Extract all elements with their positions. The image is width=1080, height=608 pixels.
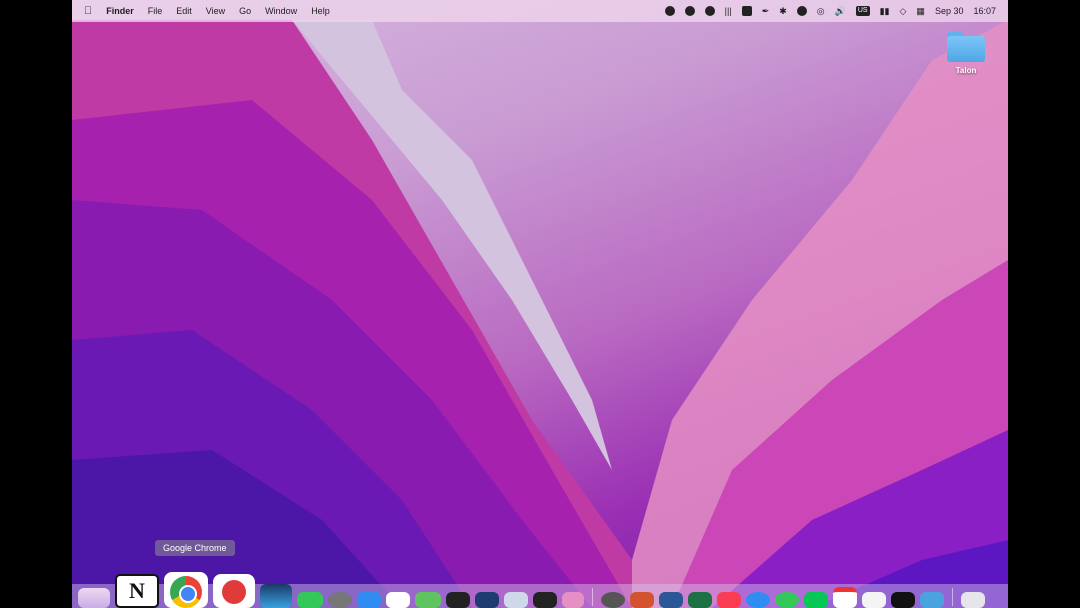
google-chrome-icon[interactable] bbox=[164, 572, 208, 608]
powerpoint-icon[interactable] bbox=[630, 592, 654, 608]
wallpaper bbox=[72, 20, 1008, 608]
word-icon[interactable] bbox=[659, 592, 683, 608]
red-app-icon[interactable] bbox=[213, 574, 255, 608]
audio-waveform-icon[interactable]: ||| bbox=[725, 6, 732, 16]
dock-separator-2 bbox=[952, 588, 953, 606]
wifi-icon[interactable]: ◇ bbox=[900, 6, 907, 17]
line-icon[interactable] bbox=[684, 6, 695, 16]
vpn-icon[interactable] bbox=[796, 6, 807, 16]
desktop-folder[interactable]: Talon bbox=[944, 32, 988, 75]
launchpad-icon[interactable] bbox=[78, 588, 110, 608]
dock: N bbox=[72, 572, 1008, 608]
blue-app-icon[interactable] bbox=[260, 584, 292, 608]
battery-icon[interactable]: ▮▮ bbox=[880, 6, 890, 17]
gray-app-icon[interactable] bbox=[328, 592, 352, 608]
evernote-icon[interactable] bbox=[704, 6, 715, 16]
volume-icon[interactable]: 🔊 bbox=[835, 6, 846, 17]
desktop[interactable]:  Finder File Edit View Go Window Help |… bbox=[72, 0, 1008, 608]
menu-go[interactable]: Go bbox=[239, 6, 251, 16]
input-source[interactable]: US bbox=[855, 6, 870, 16]
notes-icon[interactable] bbox=[862, 592, 886, 608]
system-preferences-icon[interactable] bbox=[601, 592, 625, 608]
audio-app-icon[interactable] bbox=[533, 592, 557, 608]
menu-edit[interactable]: Edit bbox=[176, 6, 192, 16]
dock-tooltip: Google Chrome bbox=[155, 540, 235, 556]
desktop-folder-label: Talon bbox=[955, 66, 977, 75]
menu-window[interactable]: Window bbox=[265, 6, 297, 16]
control-center-icon[interactable]: ▦ bbox=[916, 6, 925, 17]
green-app-icon[interactable] bbox=[297, 592, 323, 608]
menu-view[interactable]: View bbox=[206, 6, 225, 16]
menu-date[interactable]: Sep 30 bbox=[935, 6, 964, 16]
terminal-icon[interactable] bbox=[891, 592, 915, 608]
notion-icon[interactable]: N bbox=[115, 574, 159, 608]
excel-icon[interactable] bbox=[688, 592, 712, 608]
pen-icon[interactable]: ✒ bbox=[762, 6, 770, 17]
airdrop-icon[interactable]: ◎ bbox=[817, 6, 825, 17]
dock-separator bbox=[592, 588, 593, 606]
calendar-app-icon[interactable] bbox=[415, 592, 441, 608]
music-icon[interactable] bbox=[717, 592, 741, 608]
trash-icon[interactable] bbox=[961, 592, 985, 608]
apple-menu-icon[interactable]:  bbox=[84, 5, 92, 17]
menu-file[interactable]: File bbox=[148, 6, 163, 16]
safari-icon[interactable] bbox=[746, 592, 770, 608]
app-status-icon[interactable] bbox=[741, 6, 752, 16]
line-app-icon[interactable] bbox=[804, 592, 828, 608]
figure-app-icon[interactable] bbox=[446, 592, 470, 608]
app-store-icon[interactable] bbox=[357, 592, 381, 608]
record-status-icon[interactable] bbox=[664, 6, 675, 16]
slack-icon[interactable] bbox=[386, 592, 410, 608]
dark-app-icon[interactable] bbox=[475, 592, 499, 608]
bluetooth-icon[interactable]: ✱ bbox=[779, 6, 787, 17]
calendar-icon[interactable] bbox=[833, 587, 857, 608]
document-app-icon[interactable] bbox=[504, 592, 528, 608]
menu-app-name[interactable]: Finder bbox=[106, 6, 134, 16]
preview-icon[interactable] bbox=[920, 592, 944, 608]
messages-icon[interactable] bbox=[775, 592, 799, 608]
folder-icon bbox=[947, 32, 985, 62]
menu-help[interactable]: Help bbox=[311, 6, 330, 16]
menu-bar:  Finder File Edit View Go Window Help |… bbox=[72, 0, 1008, 22]
vector-app-icon[interactable] bbox=[562, 592, 584, 608]
menu-time[interactable]: 16:07 bbox=[973, 6, 996, 16]
